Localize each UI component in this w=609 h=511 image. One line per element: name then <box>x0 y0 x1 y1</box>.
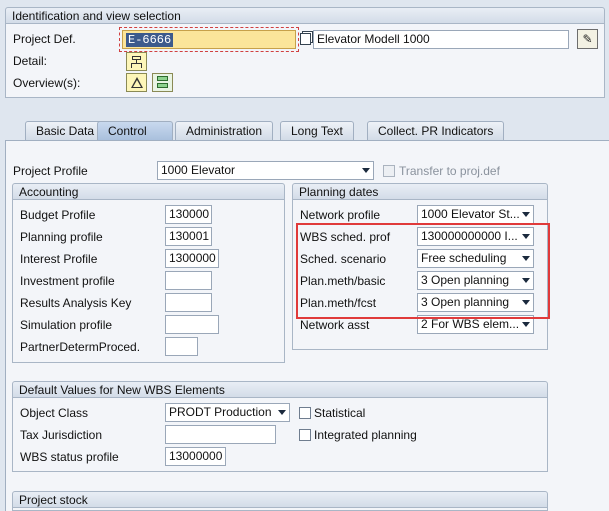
planning-profile-input[interactable]: 130001 <box>165 227 212 246</box>
planning-profile-label: Planning profile <box>20 230 103 244</box>
highlight-box <box>296 223 550 319</box>
object-class-dropdown[interactable]: PRODT Production <box>165 403 290 422</box>
overview-graphic-icon[interactable] <box>152 73 173 92</box>
project-def-focus-frame <box>119 27 299 52</box>
wbs-status-profile-label: WBS status profile <box>20 450 119 464</box>
copy-icon[interactable] <box>300 33 311 45</box>
default-values-group-title: Default Values for New WBS Elements <box>12 381 548 398</box>
interest-profile-label: Interest Profile <box>20 252 98 266</box>
network-profile-label: Network profile <box>300 208 381 222</box>
statistical-checkbox[interactable] <box>299 407 311 419</box>
project-profile-label: Project Profile <box>13 164 88 178</box>
accounting-group-title: Accounting <box>12 183 285 200</box>
overview-label: Overview(s): <box>13 76 81 90</box>
tab-administration[interactable]: Administration <box>175 121 274 140</box>
transfer-to-proj-def-checkbox[interactable] <box>383 165 395 177</box>
investment-profile-label: Investment profile <box>20 274 115 288</box>
project-profile-dropdown[interactable]: 1000 Elevator <box>157 161 374 180</box>
simulation-profile-label: Simulation profile <box>20 318 113 332</box>
results-analysis-key-label: Results Analysis Key <box>20 296 132 310</box>
partner-determ-proced-label: PartnerDetermProced. <box>20 340 141 354</box>
project-description-input[interactable]: Elevator Modell 1000 <box>313 30 569 49</box>
object-class-label: Object Class <box>20 406 89 420</box>
tax-jurisdiction-label: Tax Jurisdiction <box>20 428 103 442</box>
tab-long-text[interactable]: Long Text <box>280 121 354 140</box>
project-def-label: Project Def. <box>13 32 76 46</box>
wbs-status-profile-input[interactable]: 13000000 <box>165 447 226 466</box>
statistical-label: Statistical <box>314 406 366 420</box>
tab-collect-pr-indicators[interactable]: Collect. PR Indicators <box>367 121 505 140</box>
results-analysis-key-input[interactable] <box>165 293 212 312</box>
planning-dates-group-title: Planning dates <box>292 183 548 200</box>
tax-jurisdiction-input[interactable] <box>165 425 276 444</box>
detail-hierarchy-icon[interactable] <box>126 52 147 71</box>
overview-structure-icon[interactable] <box>126 73 147 92</box>
transfer-to-proj-def-label: Transfer to proj.def <box>399 164 500 178</box>
tab-basic-data[interactable]: Basic Data <box>25 121 106 140</box>
investment-profile-input[interactable] <box>165 271 212 290</box>
budget-profile-input[interactable]: 130000 <box>165 205 212 224</box>
partner-determ-proced-input[interactable] <box>165 337 198 356</box>
budget-profile-label: Budget Profile <box>20 208 96 222</box>
integrated-planning-checkbox[interactable] <box>299 429 311 441</box>
project-stock-group-title: Project stock <box>12 491 548 508</box>
integrated-planning-label: Integrated planning <box>314 428 417 442</box>
detail-label: Detail: <box>13 54 48 68</box>
tab-control[interactable]: Control <box>97 121 173 140</box>
interest-profile-input[interactable]: 1300000 <box>165 249 219 268</box>
identification-group-title: Identification and view selection <box>5 7 605 24</box>
network-profile-dropdown[interactable]: 1000 Elevator St... <box>417 205 534 224</box>
edit-long-text-icon[interactable]: ✎ <box>577 29 598 49</box>
network-asst-label: Network asst <box>300 318 370 332</box>
simulation-profile-input[interactable] <box>165 315 219 334</box>
